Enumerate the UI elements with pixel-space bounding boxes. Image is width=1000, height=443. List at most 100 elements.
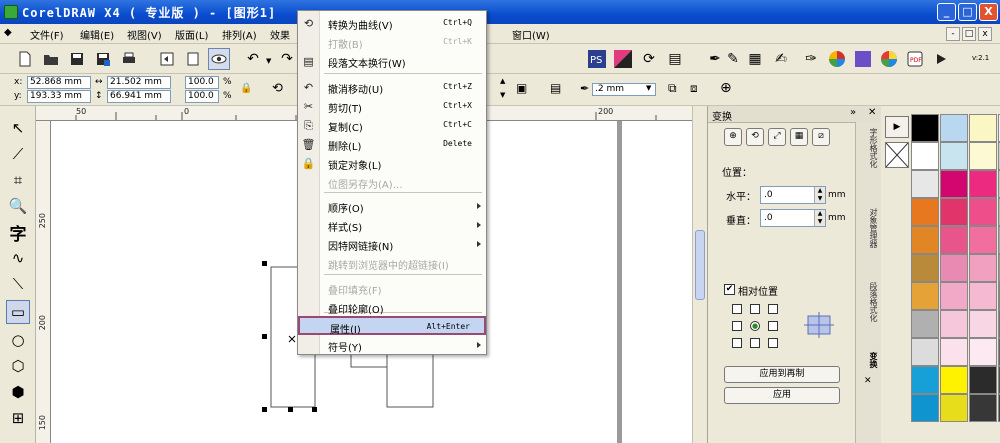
color-swatch[interactable] (911, 338, 939, 366)
relative-position-checkbox[interactable]: ✔ (724, 284, 735, 295)
rotate-mode-icon[interactable]: ⟲ (746, 128, 764, 146)
menu-arrange[interactable]: 排列(A) (222, 27, 257, 42)
selection-handle-bl[interactable] (262, 407, 267, 412)
scale-x-field[interactable]: 100.0 (185, 76, 219, 89)
y-position-field[interactable]: 193.33 mm (27, 90, 91, 103)
save-as-icon[interactable] (92, 48, 114, 70)
outline-dropdown-arrow-icon[interactable]: ▼ (646, 84, 651, 92)
spin-down-icon[interactable]: ▼ (500, 91, 505, 99)
color-swatch[interactable] (940, 198, 968, 226)
anchor-br[interactable] (768, 338, 778, 348)
context-menu-item[interactable]: 顺序(O) (298, 197, 486, 216)
apply-to-duplicate-button[interactable]: 应用到再制 (724, 366, 840, 383)
pen-alt-icon[interactable]: ✎ (722, 48, 744, 70)
crop-tool-icon[interactable]: ⌗ (6, 168, 30, 192)
page-frame-icon[interactable] (182, 48, 204, 70)
target-icon[interactable]: ⊕ (720, 80, 732, 96)
context-menu-item[interactable]: ⟲ 转换为曲线(V) Ctrl+Q (298, 14, 486, 33)
scale-y-field[interactable]: 100.0 (185, 90, 219, 103)
color-swatch[interactable] (940, 114, 968, 142)
apply-button[interactable]: 应用 (724, 387, 840, 404)
selection-handle-br[interactable] (312, 407, 317, 412)
position-mode-icon[interactable]: ⊕ (724, 128, 742, 146)
color-swatch[interactable] (940, 338, 968, 366)
pen-tool-icon[interactable]: ✍ (770, 48, 792, 70)
context-menu-item[interactable]: 符号(Y) (298, 336, 486, 355)
color-wheel-alt-icon[interactable] (878, 48, 900, 70)
anchor-center[interactable]: ● (750, 321, 760, 331)
undo-icon[interactable]: ↶ (242, 48, 264, 70)
height-field[interactable]: 66.941 mm (107, 90, 171, 103)
menu-file[interactable]: 文件(F) (30, 27, 64, 42)
color-swatch[interactable] (940, 254, 968, 282)
color-swatch[interactable] (940, 310, 968, 338)
context-menu-item[interactable]: 叠印填充(F) (298, 279, 486, 298)
table-tool-icon[interactable]: ⊞ (6, 406, 30, 430)
dimension-tool-icon[interactable]: ⟍ (6, 272, 30, 296)
tab-paragraph-formatting[interactable]: 段落格式化 (860, 282, 878, 322)
rectangle-tool-icon[interactable]: ▭ (6, 300, 30, 324)
color-swatch[interactable] (911, 394, 939, 422)
context-menu-item[interactable]: 打散(B) Ctrl+K (298, 33, 486, 52)
new-file-icon[interactable] (14, 48, 36, 70)
color-swatch[interactable] (940, 366, 968, 394)
lock-object-icon[interactable]: ▣ (516, 81, 527, 95)
maximize-button[interactable]: □ (958, 3, 977, 21)
color-swatch[interactable] (911, 282, 939, 310)
menu-window[interactable]: 窗口(W) (512, 27, 550, 42)
menu-edit[interactable]: 编辑(E) (80, 27, 114, 42)
spin-up-icon[interactable]: ▲ (500, 77, 505, 85)
color-swatch[interactable] (911, 198, 939, 226)
color-swatch[interactable] (969, 198, 997, 226)
title-bar[interactable]: CorelDRAW X4 ( 专业版 ) - [图形1] _ □ X (0, 0, 1000, 24)
close-button[interactable]: X (979, 3, 998, 21)
context-menu-item[interactable]: 跳转到浏览器中的超链接(I) (298, 254, 486, 273)
no-fill-swatch-icon[interactable] (885, 142, 909, 168)
tab-glyph-formatting[interactable]: 字形格式化 (860, 128, 878, 168)
palette-scroll-icon[interactable]: ▶ (885, 116, 909, 138)
vertical-scrollbar[interactable] (692, 106, 707, 443)
context-menu-item[interactable]: 🔒 锁定对象(L) (298, 154, 486, 173)
anchor-bm[interactable] (750, 338, 760, 348)
color-swatch[interactable] (969, 310, 997, 338)
outline-pen-icon[interactable]: ✒ (580, 82, 589, 95)
tab-transform[interactable]: 变换 (860, 352, 878, 368)
selection-handle-bm[interactable] (288, 407, 293, 412)
anchor-tm[interactable] (750, 304, 760, 314)
selection-handle-ml[interactable] (262, 334, 267, 339)
color-swatch[interactable] (940, 394, 968, 422)
color-swatch[interactable] (911, 170, 939, 198)
curve-tool-icon[interactable]: ∿ (6, 246, 30, 270)
tab-close-icon[interactable]: ✕ (864, 376, 872, 386)
scale-mode-icon[interactable]: ⤢ (768, 128, 786, 146)
rotate-icon[interactable]: ⟲ (272, 81, 283, 96)
docker-collapse-icon[interactable]: » (850, 107, 856, 118)
context-menu-item[interactable]: ✂ 剪切(T) Ctrl+X (298, 97, 486, 116)
menu-effects[interactable]: 效果 (270, 27, 290, 42)
text-tool-icon[interactable]: 字 (6, 220, 30, 245)
menu-layout[interactable]: 版面(L) (175, 27, 208, 42)
print-icon[interactable] (118, 48, 140, 70)
context-menu-item[interactable]: ↶ 撤消移动(U) Ctrl+Z (298, 78, 486, 97)
scrollbar-thumb[interactable] (695, 230, 705, 300)
wrap-text-icon[interactable]: ▤ (550, 81, 561, 95)
color-swatch[interactable] (969, 366, 997, 394)
refresh-icon[interactable]: ⟳ (638, 48, 660, 70)
color-swatch[interactable] (911, 310, 939, 338)
skew-mode-icon[interactable]: ⧄ (812, 128, 830, 146)
ellipse-tool-icon[interactable]: ○ (6, 328, 30, 352)
docker-close-icon[interactable]: ✕ (868, 107, 876, 118)
convert-icon[interactable]: ⧉ (668, 81, 677, 96)
open-folder-icon[interactable] (40, 48, 62, 70)
pdf-icon[interactable]: PDF (904, 48, 926, 70)
horizontal-spinner[interactable]: ▲ ▼ (814, 187, 825, 203)
fill-swatch-icon[interactable] (852, 48, 874, 70)
mdi-close-button[interactable]: x (978, 27, 992, 41)
context-menu-item[interactable]: 样式(S) (298, 216, 486, 235)
anchor-tr[interactable] (768, 304, 778, 314)
anchor-bl[interactable] (732, 338, 742, 348)
color-swatch[interactable] (940, 142, 968, 170)
lock-ratio-icon[interactable]: 🔒 (240, 83, 252, 94)
context-menu-item[interactable]: ▤ 段落文本换行(W) (298, 52, 486, 71)
selection-handle-tl[interactable] (262, 261, 267, 266)
